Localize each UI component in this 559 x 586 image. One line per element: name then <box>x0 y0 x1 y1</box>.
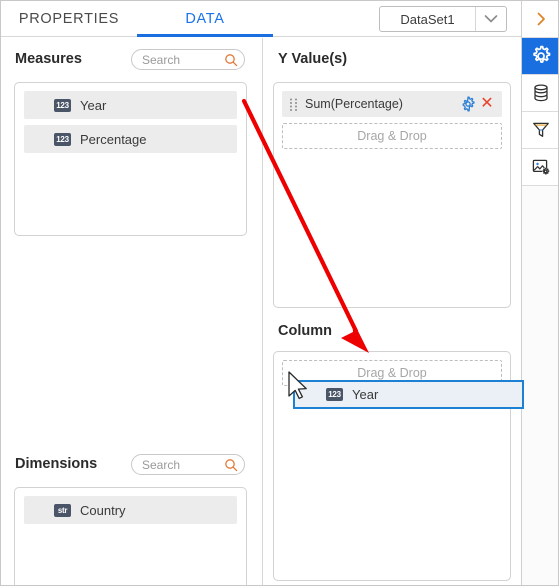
rail-filters-button[interactable] <box>522 112 558 149</box>
filter-funnel-icon <box>531 120 551 140</box>
y-values-dropzone[interactable]: Sum(Percentage) ✕ Drag & Drop <box>273 82 511 308</box>
numeric-type-icon: 123 <box>54 132 71 146</box>
tab-properties[interactable]: PROPERTIES <box>1 1 137 37</box>
drag-ghost-label: Year <box>352 387 379 402</box>
y-value-chip-sum-percentage[interactable]: Sum(Percentage) ✕ <box>282 91 502 117</box>
measures-search[interactable] <box>131 49 245 70</box>
search-icon <box>224 53 238 67</box>
drag-handle-icon[interactable] <box>289 97 298 111</box>
dimensions-title: Dimensions <box>15 456 98 472</box>
y-values-drop-placeholder-label: Drag & Drop <box>357 129 427 143</box>
rail-settings-button[interactable] <box>522 38 558 75</box>
gear-icon[interactable] <box>460 96 476 112</box>
tab-bar: PROPERTIES DATA DataSet1 <box>1 1 522 37</box>
dimensions-search-input[interactable] <box>142 457 224 472</box>
fields-column: Measures 123 Year 123 Percentage Dimensi… <box>1 38 263 585</box>
string-type-icon: str <box>54 503 71 517</box>
numeric-type-icon: 123 <box>326 388 343 401</box>
dimensions-list: str Country <box>14 487 247 585</box>
search-icon <box>224 458 238 472</box>
numeric-type-icon: 123 <box>54 98 71 112</box>
column-title: Column <box>278 323 332 339</box>
tab-data-label: DATA <box>185 11 225 27</box>
rail-data-source-button[interactable] <box>522 75 558 112</box>
field-item-percentage[interactable]: 123 Percentage <box>24 125 237 153</box>
database-icon <box>531 83 551 103</box>
chevron-down-icon[interactable] <box>476 14 506 24</box>
close-icon[interactable]: ✕ <box>479 96 495 112</box>
image-settings-icon <box>531 157 551 177</box>
shelves-column: Y Value(s) Sum(Percentage) ✕ Drag & Drop… <box>264 38 522 585</box>
measures-search-input[interactable] <box>142 52 224 67</box>
field-item-country[interactable]: str Country <box>24 496 237 524</box>
data-config-panel: PROPERTIES DATA DataSet1 Measures Search… <box>0 0 559 586</box>
y-values-title: Y Value(s) <box>278 51 348 67</box>
dataset-select-value: DataSet1 <box>400 11 455 27</box>
measures-list: 123 Year 123 Percentage <box>14 82 247 236</box>
y-value-chip-label: Sum(Percentage) <box>305 97 403 111</box>
field-item-label: Year <box>80 97 107 113</box>
y-values-drop-placeholder[interactable]: Drag & Drop <box>282 123 502 149</box>
tab-data[interactable]: DATA <box>137 1 273 37</box>
right-icon-rail <box>521 1 558 585</box>
rail-image-settings-button[interactable] <box>522 149 558 186</box>
dataset-select[interactable]: DataSet1 <box>379 6 507 32</box>
tab-properties-label: PROPERTIES <box>18 11 120 27</box>
field-item-label: Percentage <box>80 131 147 147</box>
measures-title: Measures <box>15 51 82 67</box>
column-drop-placeholder-label: Drag & Drop <box>357 366 427 380</box>
field-item-year[interactable]: 123 Year <box>24 91 237 119</box>
rail-expand-button[interactable] <box>522 1 558 38</box>
drag-ghost-year[interactable]: 123 Year <box>293 380 524 409</box>
chevron-right-icon <box>533 11 549 27</box>
dimensions-search[interactable] <box>131 454 245 475</box>
gear-icon <box>530 45 552 67</box>
field-item-label: Country <box>80 502 126 518</box>
